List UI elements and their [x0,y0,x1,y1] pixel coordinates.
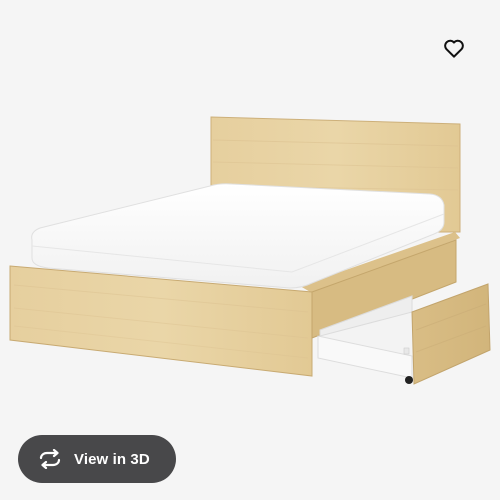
product-image-viewer: View in 3D [0,0,500,500]
rotate-arrows-icon [38,449,62,469]
view-in-3d-label: View in 3D [74,450,150,468]
heart-outline-icon [443,38,465,58]
view-in-3d-button[interactable]: View in 3D [18,435,176,483]
favourite-button[interactable] [436,30,472,66]
product-image[interactable] [0,0,500,500]
